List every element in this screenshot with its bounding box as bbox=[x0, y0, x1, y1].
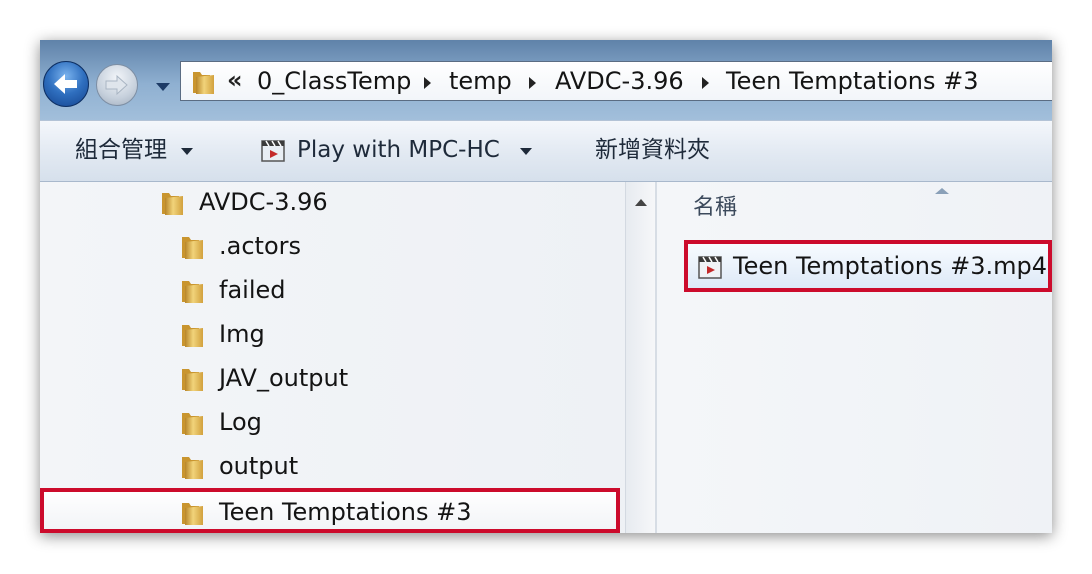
tree-item-label: Log bbox=[219, 408, 262, 436]
tree-item-label: AVDC-3.96 bbox=[199, 188, 328, 216]
tree-item-label: output bbox=[219, 452, 299, 480]
folder-icon bbox=[182, 237, 203, 259]
tree-item-label: failed bbox=[219, 276, 286, 304]
back-arrow-icon bbox=[54, 74, 77, 94]
column-header-name[interactable]: 名稱 bbox=[693, 194, 737, 222]
breadcrumb-separator-icon[interactable] bbox=[529, 77, 536, 89]
new-folder-button[interactable]: 新增資料夾 bbox=[595, 136, 710, 164]
folder-icon bbox=[193, 72, 214, 94]
back-button[interactable] bbox=[43, 61, 89, 107]
file-name: Teen Temptations #3.mp4 bbox=[733, 252, 1048, 280]
breadcrumb-separator-icon[interactable] bbox=[702, 77, 709, 89]
file-item-video[interactable]: Teen Temptations #3.mp4 bbox=[684, 240, 1052, 292]
folder-icon bbox=[182, 457, 203, 479]
address-bar: « 0_ClassTemp temp AVDC-3.96 Teen Tempta… bbox=[40, 40, 1052, 120]
chevron-down-icon[interactable] bbox=[181, 148, 193, 155]
tree-item-label: Img bbox=[219, 320, 265, 348]
breadcrumb-temp[interactable]: temp bbox=[449, 67, 512, 95]
tree-item-selected[interactable]: Teen Temptations #3 bbox=[40, 488, 620, 533]
navigation-pane: AVDC-3.96 .actors failed Img JAV_output … bbox=[40, 182, 625, 533]
folder-icon bbox=[182, 281, 203, 303]
breadcrumb-overflow[interactable]: « bbox=[227, 66, 243, 94]
organize-button[interactable]: 組合管理 bbox=[75, 136, 167, 164]
recent-pages-dropdown[interactable] bbox=[155, 81, 171, 93]
breadcrumb-separator-icon[interactable] bbox=[424, 77, 431, 89]
tree-item-label: .actors bbox=[219, 232, 301, 260]
forward-button[interactable] bbox=[96, 64, 138, 106]
folder-icon bbox=[182, 413, 203, 435]
folder-icon bbox=[182, 503, 203, 525]
address-field[interactable]: « 0_ClassTemp temp AVDC-3.96 Teen Tempta… bbox=[180, 61, 1052, 101]
folder-icon bbox=[162, 193, 183, 215]
breadcrumb-0-classtemp[interactable]: 0_ClassTemp bbox=[257, 67, 411, 95]
breadcrumb-current-folder[interactable]: Teen Temptations #3 bbox=[726, 67, 979, 95]
chevron-down-icon[interactable] bbox=[520, 148, 532, 155]
sort-ascending-icon bbox=[935, 188, 949, 194]
tree-item-label: JAV_output bbox=[219, 364, 349, 392]
command-bar: 組合管理 Play with MPC-HC 新增資料夾 bbox=[40, 120, 1052, 182]
tree-item-label: Teen Temptations #3 bbox=[219, 498, 472, 526]
folder-icon bbox=[182, 369, 203, 391]
forward-arrow-icon bbox=[105, 74, 128, 96]
folder-icon bbox=[182, 325, 203, 347]
nav-pane-scrollbar[interactable] bbox=[625, 182, 655, 533]
video-player-icon bbox=[261, 140, 285, 162]
scroll-up-arrow-icon[interactable] bbox=[635, 199, 647, 206]
breadcrumb-avdc[interactable]: AVDC-3.96 bbox=[555, 67, 684, 95]
play-with-mpc-hc-button[interactable]: Play with MPC-HC bbox=[297, 136, 500, 164]
explorer-window: « 0_ClassTemp temp AVDC-3.96 Teen Tempta… bbox=[40, 40, 1052, 533]
file-list-pane: 名稱 Teen Temptations #3.mp4 bbox=[657, 182, 1052, 533]
video-file-icon bbox=[698, 256, 722, 279]
